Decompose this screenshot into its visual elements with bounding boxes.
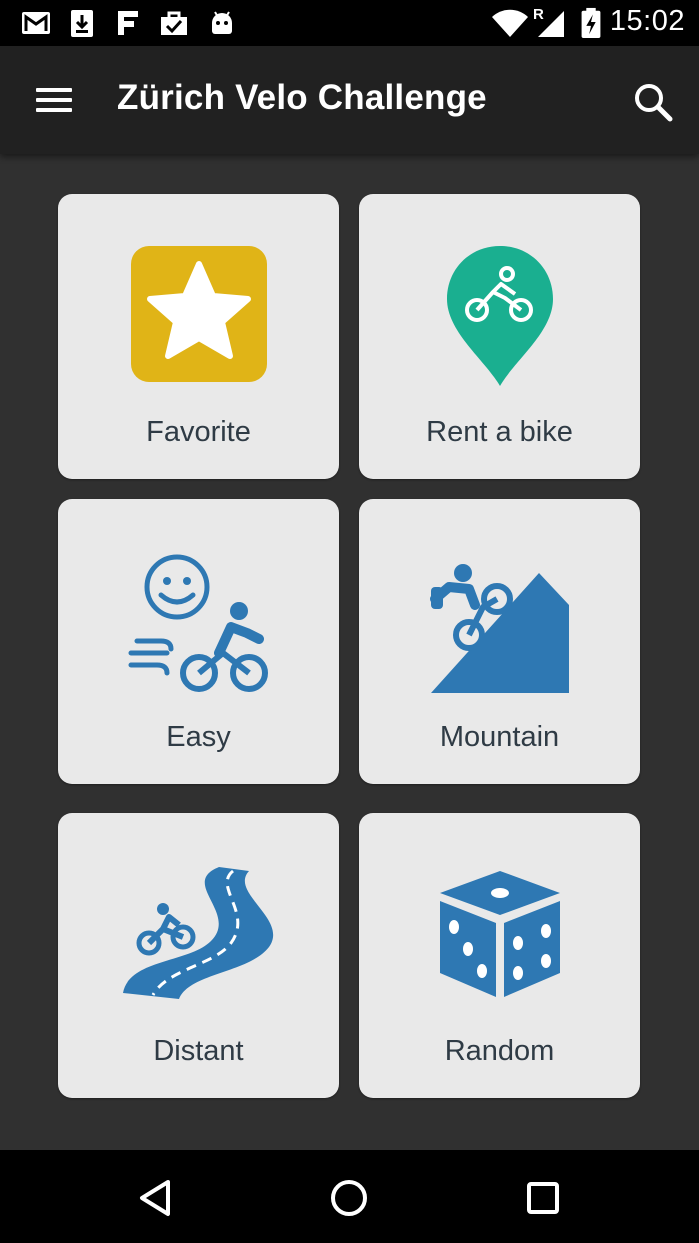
tile-label: Distant [153, 1035, 244, 1067]
battery-charging-icon [581, 7, 601, 39]
search-icon[interactable] [629, 78, 677, 126]
app-title: Zürich Velo Challenge [117, 78, 487, 117]
mountain-bike-icon [429, 564, 569, 693]
star-icon [130, 246, 267, 382]
android-icon [212, 11, 232, 34]
home-icon[interactable] [327, 1176, 371, 1220]
tile-label: Random [444, 1035, 555, 1067]
random-tile[interactable]: Random [359, 813, 640, 1098]
wifi-icon [492, 9, 528, 37]
task-icon [161, 11, 187, 35]
hamburger-menu-icon[interactable] [30, 82, 78, 118]
favorite-tile[interactable]: Favorite [58, 194, 339, 479]
distant-tile[interactable]: Distant [58, 813, 339, 1098]
easy-tile[interactable]: Easy [58, 499, 339, 784]
app-bar: Zürich Velo Challenge [0, 46, 699, 154]
tile-label: Mountain [439, 721, 560, 753]
clock: 15:02 [609, 5, 685, 37]
cell-signal-icon [538, 11, 564, 37]
gmail-icon [22, 12, 50, 34]
download-icon [71, 10, 93, 37]
back-icon[interactable] [134, 1176, 178, 1220]
tile-label: Easy [166, 721, 231, 753]
rent-a-bike-tile[interactable]: Rent a bike [359, 194, 640, 479]
dice-icon [439, 871, 560, 997]
easy-ride-icon [128, 554, 268, 692]
bike-location-pin-icon [446, 246, 553, 386]
distant-road-icon [122, 867, 273, 999]
status-bar: R 15:02 [0, 0, 699, 46]
recents-icon[interactable] [521, 1176, 565, 1220]
app-notification-icon [118, 11, 138, 35]
mountain-tile[interactable]: Mountain [359, 499, 640, 784]
system-nav-bar [0, 1150, 699, 1243]
tile-label: Favorite [146, 416, 251, 448]
tile-label: Rent a bike [426, 416, 573, 448]
